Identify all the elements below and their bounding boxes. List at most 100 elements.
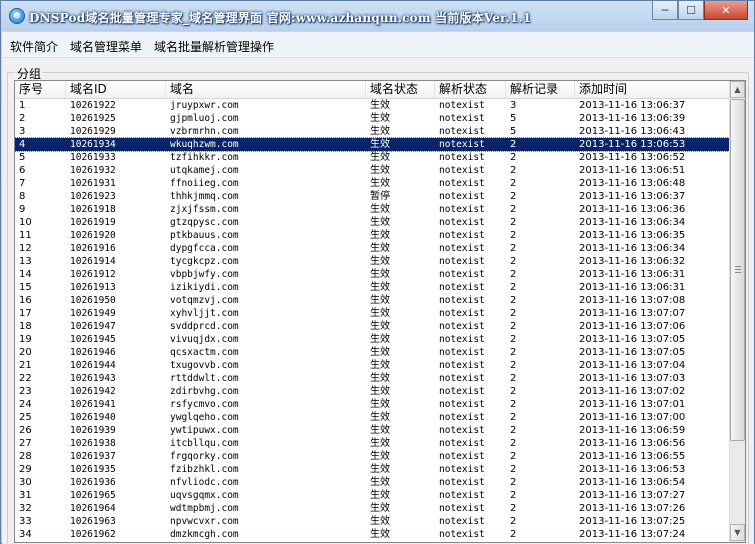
cell-added-time: 2013-11-16 13:07:25: [579, 516, 686, 527]
column-header-index[interactable]: 序号: [15, 81, 66, 99]
table-row[interactable]: 8 10261923 thhkjmmq.com 暂停 notexist 2 2013-11-…: [15, 190, 731, 203]
column-header-domain[interactable]: 域名: [166, 81, 366, 99]
cell-domain: ptkbauus.com: [170, 230, 239, 241]
cell-resolve-records: 2: [510, 464, 517, 475]
column-header-resolve-records[interactable]: 解析记录: [506, 81, 575, 99]
column-header-domain-status[interactable]: 域名状态: [366, 81, 435, 99]
table-row[interactable]: 22 10261943 rttddwlt.com 生效 notexist 2 2013-11…: [15, 372, 731, 385]
cell-domain-status: 生效: [370, 217, 390, 228]
maximize-button[interactable]: ☐: [678, 1, 704, 20]
cell-domain-id: 10261942: [70, 386, 116, 397]
window-title: DNSPod域名批量管理专家_域名管理界面 官网:www.azhanqun.co…: [29, 11, 532, 25]
close-button[interactable]: ✕: [704, 1, 748, 20]
cell-added-time: 2013-11-16 13:07:08: [579, 295, 686, 306]
cell-domain: wkuqhzwm.com: [170, 139, 239, 150]
cell-resolve-status: notexist: [439, 178, 485, 189]
cell-resolve-status: notexist: [439, 321, 485, 332]
table-row[interactable]: 15 10261913 izikiydi.com 生效 notexist 2 2013-11…: [15, 281, 731, 294]
cell-resolve-records: 2: [510, 412, 517, 423]
scroll-thumb[interactable]: [730, 99, 745, 441]
cell-domain-status: 生效: [370, 399, 390, 410]
column-header-domain-id[interactable]: 域名ID: [66, 81, 166, 99]
cell-domain-id: 10261945: [70, 334, 116, 345]
menu-item-domain-management[interactable]: 域名管理菜单: [70, 38, 142, 55]
scroll-down-icon[interactable]: ▼: [730, 524, 745, 541]
table-row[interactable]: 30 10261936 nfvliodc.com 生效 notexist 2 2013-11…: [15, 476, 731, 489]
cell-domain-status: 生效: [370, 152, 390, 163]
cell-domain-id: 10261922: [70, 100, 116, 111]
cell-domain-status: 生效: [370, 139, 390, 150]
table-row[interactable]: 20 10261946 qcsxactm.com 生效 notexist 2 2013-11…: [15, 346, 731, 359]
table-row[interactable]: 34 10261962 dmzkmcgh.com 生效 notexist 2 2013-11…: [15, 528, 731, 541]
cell-resolve-records: 2: [510, 204, 517, 215]
cell-domain-id: 10261925: [70, 113, 116, 124]
cell-domain-status: 生效: [370, 295, 390, 306]
table-row[interactable]: 6 10261932 utqkamej.com 生效 notexist 2 2013-11-…: [15, 164, 731, 177]
table-row[interactable]: 10 10261919 gtzqpysc.com 生效 notexist 2 2013-11…: [15, 216, 731, 229]
table-row[interactable]: 13 10261914 tycgkcpz.com 生效 notexist 2 2013-11…: [15, 255, 731, 268]
cell-index: 21: [19, 360, 32, 371]
table-row[interactable]: 31 10261965 uqvsgqmx.com 生效 notexist 2 2013-11…: [15, 489, 731, 502]
cell-index: 14: [19, 269, 32, 280]
table-row[interactable]: 27 10261938 itcbllqu.com 生效 notexist 2 2013-11…: [15, 437, 731, 450]
vertical-scrollbar[interactable]: ▲ ▼: [729, 81, 745, 542]
cell-resolve-status: notexist: [439, 464, 485, 475]
cell-added-time: 2013-11-16 13:07:01: [579, 399, 686, 410]
cell-index: 22: [19, 373, 32, 384]
cell-domain: rttddwlt.com: [170, 373, 239, 384]
table-row[interactable]: 2 10261925 gjpmluoj.com 生效 notexist 5 2013-11-…: [15, 112, 731, 125]
cell-resolve-status: notexist: [439, 386, 485, 397]
cell-resolve-status: notexist: [439, 334, 485, 345]
cell-index: 13: [19, 256, 32, 267]
table-row[interactable]: 7 10261931 ffnoiieg.com 生效 notexist 2 2013-11-…: [15, 177, 731, 190]
cell-domain: izikiydi.com: [170, 282, 239, 293]
table-row[interactable]: 5 10261933 tzfihkkr.com 生效 notexist 2 2013-11-…: [15, 151, 731, 164]
cell-index: 32: [19, 503, 32, 514]
table-row[interactable]: 17 10261949 xyhvljjt.com 生效 notexist 2 2013-11…: [15, 307, 731, 320]
table-row[interactable]: 29 10261935 fzibzhkl.com 生效 notexist 2 2013-11…: [15, 463, 731, 476]
table-row[interactable]: 28 10261937 frgqorky.com 生效 notexist 2 2013-11…: [15, 450, 731, 463]
cell-index: 28: [19, 451, 32, 462]
cell-domain: npvwcvxr.com: [170, 516, 239, 527]
minimize-button[interactable]: ─: [652, 1, 678, 20]
table-row[interactable]: 32 10261964 wdtmpbmj.com 生效 notexist 2 2013-11…: [15, 502, 731, 515]
scroll-up-icon[interactable]: ▲: [730, 81, 745, 98]
menu-item-batch-resolve[interactable]: 域名批量解析管理操作: [154, 38, 274, 55]
table-row[interactable]: 12 10261916 dypgfcca.com 生效 notexist 2 2013-11…: [15, 242, 731, 255]
table-row[interactable]: 14 10261912 vbpbjwfy.com 生效 notexist 2 2013-11…: [15, 268, 731, 281]
cell-resolve-status: notexist: [439, 490, 485, 501]
table-row[interactable]: 4 10261934 wkuqhzwm.com 生效 notexist 2 2013-11-…: [15, 137, 731, 152]
table-row[interactable]: 1 10261922 jruypxwr.com 生效 notexist 3 2013-11-…: [15, 99, 731, 112]
table-row[interactable]: 19 10261945 vivuqjdx.com 生效 notexist 2 2013-11…: [15, 333, 731, 346]
title-bar[interactable]: e DNSPod域名批量管理专家_域名管理界面 官网:www.azhanqun.…: [1, 1, 754, 31]
cell-resolve-status: notexist: [439, 165, 485, 176]
cell-resolve-status: notexist: [439, 360, 485, 371]
cell-domain-status: 生效: [370, 503, 390, 514]
cell-domain-id: 10261962: [70, 529, 116, 540]
globe-icon: e: [9, 8, 25, 24]
cell-resolve-records: 2: [510, 139, 517, 150]
table-row[interactable]: 18 10261947 svddprcd.com 生效 notexist 2 2013-11…: [15, 320, 731, 333]
cell-added-time: 2013-11-16 13:06:53: [579, 464, 686, 475]
column-header-added-time[interactable]: 添加时间: [575, 81, 731, 99]
table-row[interactable]: 11 10261920 ptkbauus.com 生效 notexist 2 2013-11…: [15, 229, 731, 242]
table-row[interactable]: 24 10261941 rsfycmvo.com 生效 notexist 2 2013-11…: [15, 398, 731, 411]
table-row[interactable]: 26 10261939 ywtipuwx.com 生效 notexist 2 2013-11…: [15, 424, 731, 437]
cell-index: 29: [19, 464, 32, 475]
table-row[interactable]: 23 10261942 zdirbvhg.com 生效 notexist 2 2013-11…: [15, 385, 731, 398]
menu-item-software-intro[interactable]: 软件简介: [10, 38, 58, 55]
table-row[interactable]: 21 10261944 txugovvb.com 生效 notexist 2 2013-11…: [15, 359, 731, 372]
table-row[interactable]: 9 10261918 zjxjfssm.com 生效 notexist 2 2013-11-…: [15, 203, 731, 216]
window-controls: ─ ☐ ✕: [652, 1, 748, 21]
table-row[interactable]: 33 10261963 npvwcvxr.com 生效 notexist 2 2013-11…: [15, 515, 731, 528]
cell-resolve-records: 2: [510, 321, 517, 332]
cell-added-time: 2013-11-16 13:06:51: [579, 165, 686, 176]
cell-domain-id: 10261913: [70, 282, 116, 293]
domain-list[interactable]: 序号 域名ID 域名 域名状态 解析状态 解析记录 添加时间 1 10261922…: [14, 80, 746, 543]
table-row[interactable]: 25 10261940 ywglqeho.com 生效 notexist 2 2013-11…: [15, 411, 731, 424]
cell-resolve-status: notexist: [439, 373, 485, 384]
column-header-resolve-status[interactable]: 解析状态: [435, 81, 506, 99]
cell-resolve-records: 2: [510, 503, 517, 514]
table-row[interactable]: 3 10261929 vzbrmrhn.com 生效 notexist 5 2013-11-…: [15, 125, 731, 138]
table-row[interactable]: 16 10261950 votqmzvj.com 生效 notexist 2 2013-11…: [15, 294, 731, 307]
